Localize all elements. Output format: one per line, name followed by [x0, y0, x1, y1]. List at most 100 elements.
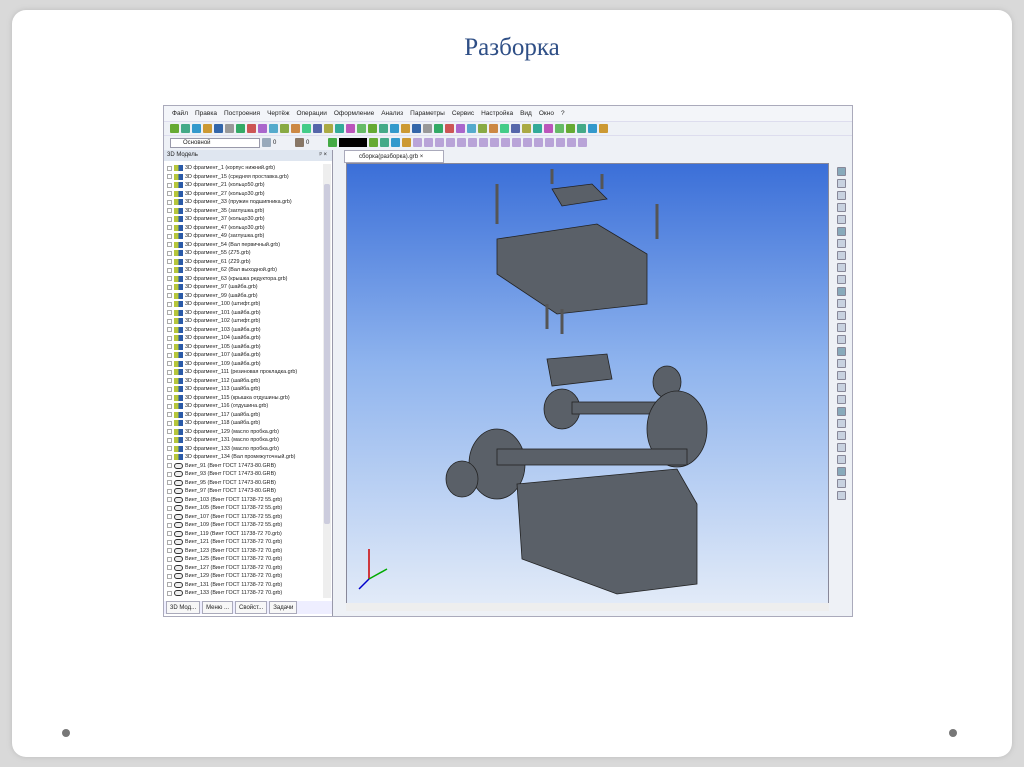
toolbar-button-icon[interactable]: [236, 124, 245, 133]
expand-icon[interactable]: [167, 412, 172, 418]
view-tool-icon[interactable]: [836, 335, 846, 344]
expand-icon[interactable]: [167, 267, 172, 273]
tree-item[interactable]: 3D фрагмент_134 (Вал промежуточный.grb): [164, 453, 322, 462]
view-tool-icon[interactable]: [836, 299, 846, 308]
toolbar-button-icon[interactable]: [181, 124, 190, 133]
tree-item[interactable]: 3D фрагмент_97 (шайба.grb): [164, 283, 322, 292]
toolbar-button-icon[interactable]: [346, 124, 355, 133]
toolbar-button-icon[interactable]: [291, 124, 300, 133]
expand-icon[interactable]: [167, 395, 172, 401]
tree-item[interactable]: Винт_121 (Винт ГОСТ 11738-72 70.grb): [164, 538, 322, 547]
expand-icon[interactable]: [167, 505, 172, 511]
tree-item[interactable]: Винт_123 (Винт ГОСТ 11738-72 70.grb): [164, 547, 322, 556]
expand-icon[interactable]: [167, 369, 172, 375]
expand-icon[interactable]: [167, 488, 172, 494]
tree-item[interactable]: 3D фрагмент_104 (шайба.grb): [164, 334, 322, 343]
view-tool-icon[interactable]: [836, 419, 846, 428]
expand-icon[interactable]: [167, 522, 172, 528]
tree-item[interactable]: 3D фрагмент_107 (шайба.grb): [164, 351, 322, 360]
toolbar-button-icon[interactable]: [269, 124, 278, 133]
expand-icon[interactable]: [167, 301, 172, 307]
view-tool-icon[interactable]: [836, 239, 846, 248]
toolbar-button-icon[interactable]: [534, 138, 543, 147]
view-tool-icon[interactable]: [836, 455, 846, 464]
tree-item[interactable]: 3D фрагмент_117 (шайба.grb): [164, 411, 322, 420]
tree-item[interactable]: 3D фрагмент_101 (шайба.grb): [164, 309, 322, 318]
tree-item[interactable]: Винт_109 (Винт ГОСТ 11738-72 55.grb): [164, 521, 322, 530]
expand-icon[interactable]: [167, 174, 172, 180]
tree-item[interactable]: 3D фрагмент_33 (пружин подшипника.grb): [164, 198, 322, 207]
viewport-hscrollbar[interactable]: [346, 603, 829, 611]
expand-icon[interactable]: [167, 352, 172, 358]
toolbar-button-icon[interactable]: [523, 138, 532, 147]
toolbar-button-icon[interactable]: [368, 124, 377, 133]
view-tool-icon[interactable]: [836, 407, 846, 416]
expand-icon[interactable]: [167, 386, 172, 392]
field-1[interactable]: 0: [273, 140, 293, 146]
toolbar-button-icon[interactable]: [434, 124, 443, 133]
expand-icon[interactable]: [167, 420, 172, 426]
view-tool-icon[interactable]: [836, 179, 846, 188]
view-tool-icon[interactable]: [836, 467, 846, 476]
expand-icon[interactable]: [167, 454, 172, 460]
tree-item[interactable]: Винт_125 (Винт ГОСТ 11738-72 70.grb): [164, 555, 322, 564]
expand-icon[interactable]: [167, 344, 172, 350]
expand-icon[interactable]: [167, 590, 172, 596]
view-tool-icon[interactable]: [836, 287, 846, 296]
menu-item[interactable]: Вид: [520, 110, 532, 117]
tree-scrollbar[interactable]: [323, 164, 331, 598]
color-swatch[interactable]: [339, 138, 367, 147]
toolbar-button-icon[interactable]: [456, 124, 465, 133]
expand-icon[interactable]: [167, 225, 172, 231]
panel-tab[interactable]: Меню ...: [202, 601, 233, 614]
view-tool-icon[interactable]: [836, 215, 846, 224]
toolbar-button-icon[interactable]: [435, 138, 444, 147]
view-tool-icon[interactable]: [836, 167, 846, 176]
expand-icon[interactable]: [167, 378, 172, 384]
toolbar-button-icon[interactable]: [313, 124, 322, 133]
menu-item[interactable]: Файл: [172, 110, 188, 117]
toolbar-button-icon[interactable]: [391, 138, 400, 147]
tree-item[interactable]: 3D фрагмент_63 (крышка редуктора.grb): [164, 275, 322, 284]
toolbar-button-icon[interactable]: [225, 124, 234, 133]
expand-icon[interactable]: [167, 191, 172, 197]
view-tool-icon[interactable]: [836, 371, 846, 380]
toolbar-button-icon[interactable]: [424, 138, 433, 147]
tree-item[interactable]: Винт_127 (Винт ГОСТ 11738-72 70.grb): [164, 564, 322, 573]
toolbar-button-icon[interactable]: [479, 138, 488, 147]
expand-icon[interactable]: [167, 514, 172, 520]
tree-item[interactable]: 3D фрагмент_103 (шайба.grb): [164, 326, 322, 335]
tree-item[interactable]: Винт_95 (Винт ГОСТ 17473-80.GRB): [164, 479, 322, 488]
tree-item[interactable]: 3D фрагмент_62 (Вал выходной.grb): [164, 266, 322, 275]
menu-item[interactable]: Чертёж: [267, 110, 289, 117]
toolbar-button-icon[interactable]: [512, 138, 521, 147]
view-tool-icon[interactable]: [836, 383, 846, 392]
expand-icon[interactable]: [167, 199, 172, 205]
layer-select[interactable]: Основной: [170, 137, 260, 148]
panel-close-button[interactable]: ᵖ ×: [320, 150, 327, 161]
panel-tab[interactable]: Задачи: [269, 601, 298, 614]
toolbar-button-icon[interactable]: [500, 124, 509, 133]
tree-item[interactable]: Винт_97 (Винт ГОСТ 17473-80.GRB): [164, 487, 322, 496]
tree-item[interactable]: 3D фрагмент_116 (отдушина.grb): [164, 402, 322, 411]
expand-icon[interactable]: [167, 259, 172, 265]
expand-icon[interactable]: [167, 531, 172, 537]
toolbar-button-icon[interactable]: [324, 124, 333, 133]
tree-item[interactable]: 3D фрагмент_112 (шайба.grb): [164, 377, 322, 386]
tree-item[interactable]: Винт_105 (Винт ГОСТ 11738-72 55.grb): [164, 504, 322, 513]
toolbar-button-icon[interactable]: [445, 124, 454, 133]
menu-item[interactable]: ?: [561, 110, 565, 117]
expand-icon[interactable]: [167, 582, 172, 588]
toolbar-button-icon[interactable]: [401, 124, 410, 133]
expand-icon[interactable]: [167, 327, 172, 333]
toolbar-button-icon[interactable]: [192, 124, 201, 133]
toolbar-button-icon[interactable]: [214, 124, 223, 133]
menu-item[interactable]: Сервис: [452, 110, 474, 117]
tree-item[interactable]: 3D фрагмент_55 (Z75.grb): [164, 249, 322, 258]
tree-item[interactable]: 3D фрагмент_100 (штифт.grb): [164, 300, 322, 309]
toolbar-button-icon[interactable]: [522, 124, 531, 133]
toolbar-button-icon[interactable]: [390, 124, 399, 133]
expand-icon[interactable]: [167, 471, 172, 477]
tree-item[interactable]: 3D фрагмент_49 (заглушка.grb): [164, 232, 322, 241]
toolbar-button-icon[interactable]: [402, 138, 411, 147]
